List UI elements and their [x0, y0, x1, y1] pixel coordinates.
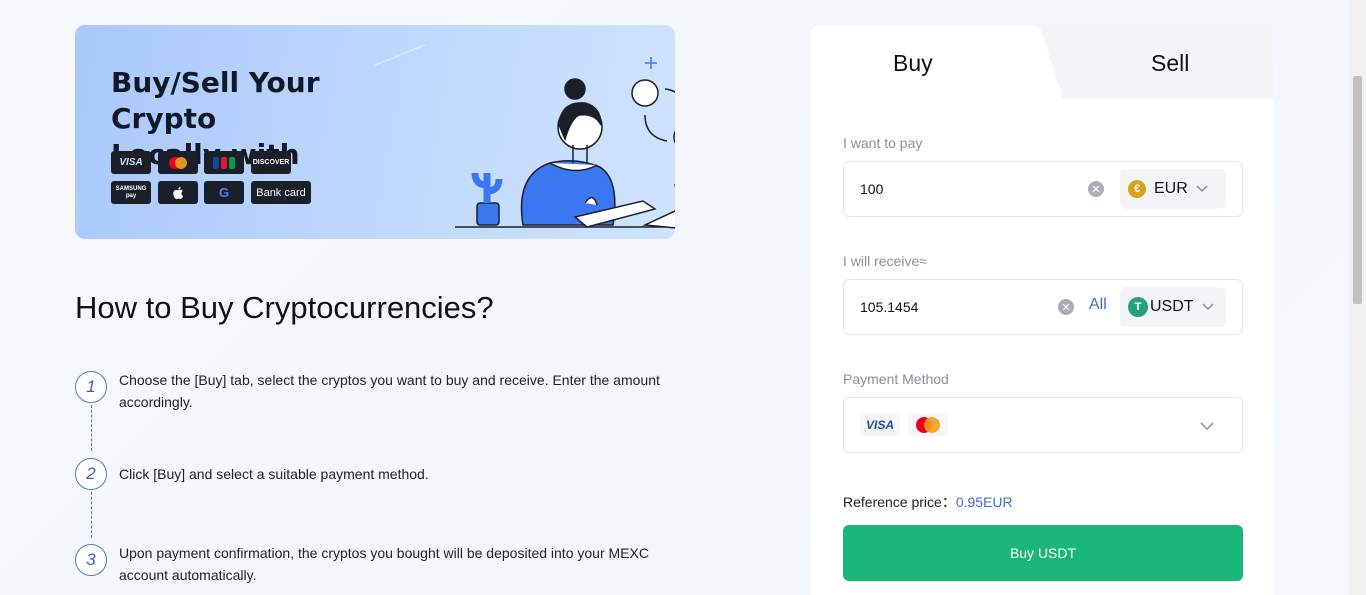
payment-method-select[interactable]: VISA — [843, 397, 1243, 453]
clear-icon[interactable]: ✕ — [1058, 299, 1074, 315]
step-connector — [91, 405, 92, 451]
step-number: 1 — [75, 371, 107, 403]
tab-buy[interactable]: Buy — [893, 50, 933, 77]
samsung-pay-logo: SAMSUNG pay — [111, 181, 151, 204]
all-link[interactable]: All — [1089, 296, 1107, 314]
step-text: Upon payment confirmation, the cryptos y… — [119, 545, 649, 583]
visa-logo: VISA — [111, 151, 151, 174]
how-to-title: How to Buy Cryptocurrencies? — [75, 290, 494, 325]
pay-currency-select[interactable]: € EUR — [1120, 169, 1226, 209]
chevron-down-icon — [1202, 303, 1214, 311]
chevron-down-icon — [1196, 185, 1208, 193]
receive-currency-select[interactable]: T USDT — [1120, 287, 1226, 327]
promo-banner: Buy/Sell Your Crypto Locally with VISA D… — [75, 25, 675, 239]
google-pay-logo: G — [204, 181, 244, 204]
eur-coin-icon: € — [1128, 180, 1146, 198]
visa-card-icon: VISA — [860, 414, 900, 436]
step-text: Choose the [Buy] tab, select the cryptos… — [119, 372, 660, 410]
page-scrollbar[interactable] — [1349, 0, 1366, 595]
receive-amount-field[interactable]: 105.1454 ✕ All T USDT — [843, 279, 1243, 335]
receive-amount-input[interactable]: 105.1454 — [860, 299, 918, 315]
chevron-down-icon[interactable] — [1200, 422, 1214, 431]
receive-label: I will receive≈ — [843, 253, 927, 269]
pay-currency-label: EUR — [1154, 180, 1188, 197]
step-number: 2 — [75, 458, 107, 490]
mastercard-logo — [158, 151, 198, 174]
scrollbar-thumb[interactable] — [1353, 76, 1362, 304]
tab-buy-shape — [811, 25, 1061, 99]
buy-usdt-button[interactable]: Buy USDT — [843, 525, 1243, 581]
apple-pay-logo — [158, 181, 198, 204]
clear-icon[interactable]: ✕ — [1088, 181, 1104, 197]
pay-amount-input[interactable]: 100 — [860, 181, 883, 197]
person-laptop-illustration — [375, 45, 675, 229]
tab-sell-label[interactable]: Sell — [1151, 50, 1189, 77]
bank-card-badge: Bank card — [251, 181, 311, 204]
usdt-coin-icon: T — [1128, 297, 1148, 317]
pay-amount-field[interactable]: 100 ✕ € EUR — [843, 161, 1243, 217]
receive-currency-label: USDT — [1150, 298, 1194, 315]
payment-method-label: Payment Method — [843, 371, 949, 387]
step-connector — [91, 492, 92, 538]
reference-price-value: 0.95EUR — [955, 494, 1013, 510]
jcb-logo — [204, 151, 244, 174]
discover-logo: DISCOVER — [251, 151, 291, 174]
pay-label: I want to pay — [843, 135, 923, 151]
step-text: Click [Buy] and select a suitable paymen… — [119, 466, 429, 482]
reference-price: Reference price：0.95EUR — [843, 494, 1013, 510]
step-number: 3 — [75, 544, 107, 576]
mastercard-card-icon — [908, 414, 948, 436]
